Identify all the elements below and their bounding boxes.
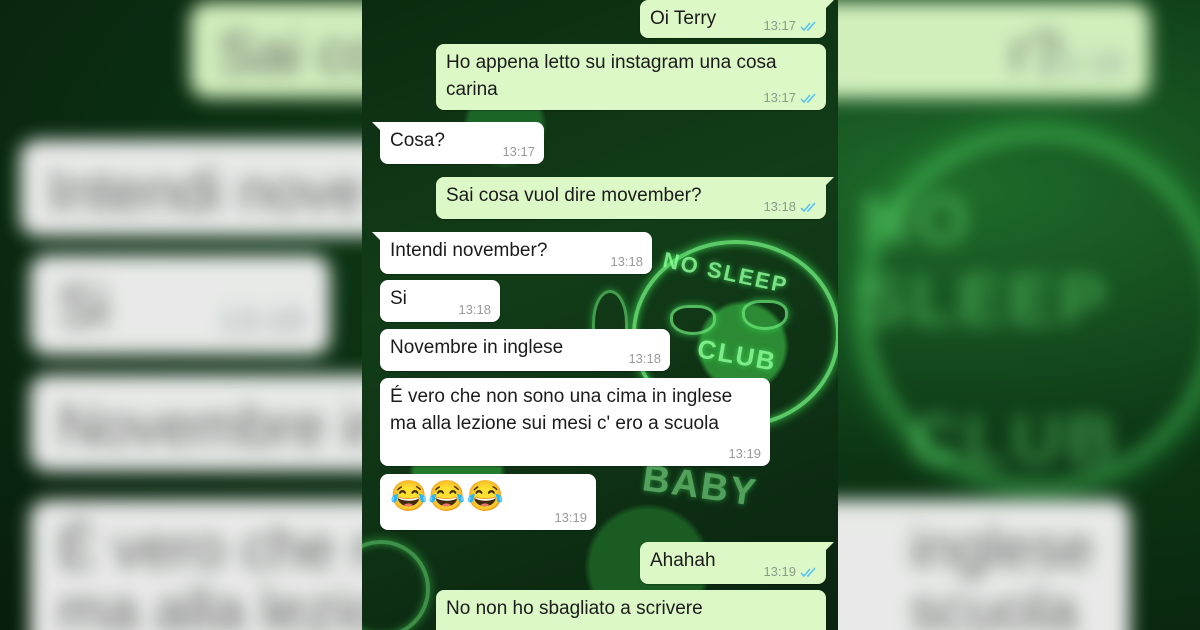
message-time: 13:18 [628,351,661,366]
blurred-text: Intendi nove [48,159,365,224]
message-time: 13:17 [502,144,535,159]
message-meta: 13:18 [763,200,817,214]
message-time: 13:19 [554,510,587,525]
message-bubble-outgoing[interactable]: No non ho sbagliato a scrivere [436,590,826,630]
blurred-neon-sleep: NO SLEEP [860,181,1110,339]
message-bubble-outgoing[interactable]: Sai cosa vuol dire movember? 13:18 [436,177,834,219]
message-bubble-incoming[interactable]: Cosa? 13:17 [372,122,544,164]
neon-lips-decoration [670,305,716,335]
neon-sign-club: CLUB [695,333,780,377]
blurred-text: ma alla lezio [58,578,381,630]
blurred-text: Sai co [218,21,380,86]
message-bubble-outgoing[interactable]: Oi Terry 13:17 [640,0,834,38]
message-bubble-incoming[interactable]: 😂😂😂 13:19 [380,474,596,530]
blurred-time: 13:18 [1038,45,1124,83]
blurred-neon-club: CLUB [910,401,1121,479]
message-text: Novembre in inglese [390,337,564,358]
message-bubble-incoming[interactable]: Intendi november? 13:18 [372,232,652,274]
double-check-read-icon [800,21,816,31]
message-bubble-incoming[interactable]: Si 13:18 [380,280,500,322]
double-check-read-icon [800,93,816,103]
message-time: 13:19 [728,446,761,461]
message-meta: 13:19 [554,511,587,525]
neon-circle-decoration [362,540,430,630]
message-bubble-outgoing[interactable]: Ahahah 13:19 [640,542,834,584]
double-check-read-icon [800,202,816,212]
message-bubble-incoming[interactable]: Novembre in inglese 13:18 [380,329,670,371]
message-text: No non ho sbagliato a scrivere [446,598,703,619]
message-meta: 13:18 [628,352,661,366]
blurred-time: 13:18 [218,302,304,340]
message-meta: 13:17 [502,145,535,159]
blurred-text: scuola [910,578,1078,630]
neon-lips-decoration [742,300,788,330]
double-check-read-icon [800,567,816,577]
message-meta: 13:19 [763,565,817,579]
neon-sign-no-sleep: NO SLEEP [660,247,791,298]
chat-screen[interactable]: NO SLEEP CLUB BABY Oi Terry 13:17 Ho app… [362,0,838,630]
message-meta: 13:17 [763,91,817,105]
message-time: 13:18 [610,254,643,269]
blurred-bubble-left-2: Si 13:18 [30,255,330,355]
message-text: Sai cosa vuol dire movember? [446,185,702,206]
message-meta: 13:17 [763,19,817,33]
message-text: Ho appena letto su instagram una cosa ca… [446,52,777,100]
message-meta: 13:18 [458,303,491,317]
message-time: 13:17 [763,18,796,33]
message-text: Intendi november? [390,240,548,261]
message-time: 13:19 [763,564,796,579]
message-text: É vero che non sono una cima in inglese … [390,386,733,434]
message-time: 13:18 [458,302,491,317]
blurred-text: Si [58,274,110,339]
message-time: 13:18 [763,199,796,214]
message-time: 13:17 [763,90,796,105]
blurred-text: inglese [910,516,1094,581]
message-meta: 13:19 [728,447,761,461]
message-meta: 13:18 [610,255,643,269]
message-bubble-incoming[interactable]: É vero che non sono una cima in inglese … [380,378,770,466]
blurred-text: Novembre in [58,394,387,459]
message-bubble-outgoing[interactable]: Ho appena letto su instagram una cosa ca… [436,44,826,110]
